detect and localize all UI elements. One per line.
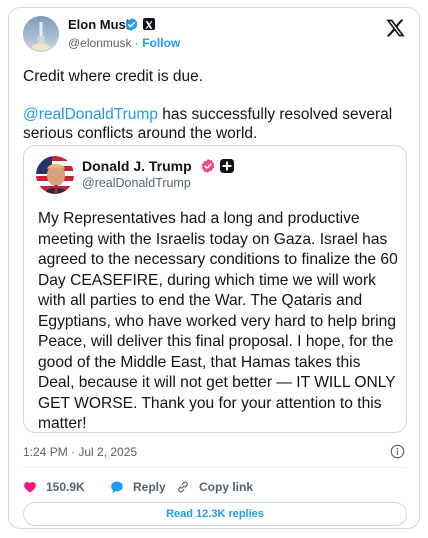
x-affiliate-icon bbox=[143, 18, 155, 30]
copy-link-label: Copy link bbox=[199, 480, 254, 494]
author-handle-line: @elonmusk · Follow bbox=[68, 36, 180, 51]
reply-button[interactable]: Reply bbox=[110, 479, 166, 495]
divider bbox=[23, 467, 407, 468]
quoted-avatar[interactable] bbox=[36, 156, 74, 194]
quoted-author-name[interactable]: Donald J. Trump bbox=[82, 158, 192, 175]
tweet-text: Credit where credit is due. @realDonaldT… bbox=[23, 67, 407, 143]
tweet-line-1: Credit where credit is due. bbox=[23, 68, 204, 85]
heart-icon bbox=[24, 482, 36, 493]
quoted-tweet[interactable]: Donald J. Trump @realDonaldTrump My Repr… bbox=[23, 145, 407, 433]
reply-bubble-icon bbox=[111, 481, 123, 494]
reply-label: Reply bbox=[133, 480, 166, 494]
quoted-tweet-text: My Representatives had a long and produc… bbox=[38, 210, 398, 432]
info-icon[interactable] bbox=[390, 444, 405, 459]
author-handle[interactable]: @elonmusk bbox=[68, 36, 132, 50]
separator: · bbox=[134, 36, 139, 50]
follow-button[interactable]: Follow bbox=[142, 36, 180, 50]
x-logo-icon[interactable] bbox=[385, 18, 405, 38]
plus-badge-icon bbox=[220, 159, 234, 173]
avatar[interactable] bbox=[23, 16, 59, 52]
tweet-embed-card: Elon Musk @elonmusk · Follow Credit wher… bbox=[8, 7, 420, 529]
quoted-author-handle: @realDonaldTrump bbox=[82, 176, 191, 190]
verified-badge-icon bbox=[201, 159, 215, 173]
like-count: 150.9K bbox=[46, 480, 85, 494]
read-replies-button[interactable]: Read 12.3K replies bbox=[23, 502, 407, 526]
mention-link[interactable]: @realDonaldTrump bbox=[23, 106, 158, 123]
tweet-line-2: @realDonaldTrump has successfully resolv… bbox=[23, 105, 407, 143]
link-icon bbox=[178, 481, 188, 493]
copy-link-button[interactable]: Copy link bbox=[176, 479, 253, 495]
like-button[interactable]: 150.9K bbox=[23, 479, 85, 495]
timestamp[interactable]: 1:24 PM · Jul 2, 2025 bbox=[23, 445, 137, 460]
verified-badge-icon bbox=[125, 17, 138, 32]
